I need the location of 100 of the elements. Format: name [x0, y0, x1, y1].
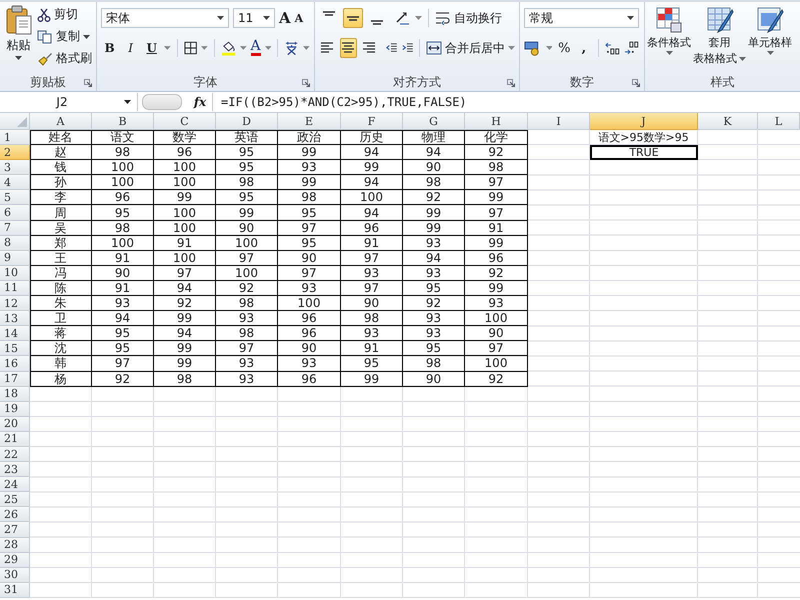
name-box[interactable]: J2	[0, 93, 138, 111]
conditional-format-icon	[655, 6, 683, 34]
table-cell: 97	[465, 205, 528, 221]
row-header[interactable]: 23	[0, 462, 30, 478]
vertical-align-button[interactable]	[343, 8, 363, 28]
table-cell: 94	[341, 175, 403, 190]
caret-icon[interactable]	[415, 16, 422, 20]
comma-button[interactable]: ,	[576, 40, 592, 56]
style-button[interactable]: 单元格样	[748, 6, 792, 74]
row-header[interactable]: 31	[0, 582, 30, 598]
font-style-button[interactable]: B	[101, 41, 118, 55]
font-style-button[interactable]: U	[143, 41, 160, 55]
caret-icon[interactable]	[303, 46, 310, 50]
row-header[interactable]: 21	[0, 432, 30, 447]
column-header[interactable]: I	[528, 113, 590, 130]
table-cell: 94	[403, 250, 465, 266]
text-orientation-icon[interactable]	[395, 10, 411, 26]
column-header[interactable]: B	[92, 113, 154, 130]
dialog-launcher-icon[interactable]	[632, 79, 640, 87]
row-header[interactable]: 22	[0, 446, 30, 462]
grow-font-button[interactable]: A	[279, 9, 291, 27]
style-button[interactable]: 套用 表格格式	[693, 6, 746, 74]
dialog-launcher-icon[interactable]	[507, 79, 515, 87]
horizontal-align-button[interactable]	[340, 38, 357, 58]
caret-icon[interactable]	[264, 46, 272, 50]
row-header[interactable]: 26	[0, 507, 30, 522]
row-header[interactable]: 11	[0, 280, 30, 296]
format-painter-button[interactable]: 格式刷	[37, 49, 92, 68]
row-header[interactable]: 27	[0, 522, 30, 538]
paste-button[interactable]: 粘贴	[4, 5, 33, 74]
row-header[interactable]: 18	[0, 386, 30, 402]
table-cell: 93	[216, 372, 278, 387]
row-header[interactable]: 10	[0, 266, 30, 281]
dialog-launcher-icon[interactable]	[84, 79, 92, 87]
table-cell: 99	[341, 160, 403, 176]
increase-decimal-icon[interactable]	[604, 41, 620, 55]
shrink-font-button[interactable]: A	[294, 12, 304, 24]
column-header[interactable]: C	[154, 113, 216, 130]
row-header[interactable]: 19	[0, 402, 30, 417]
row-header[interactable]: 14	[0, 326, 30, 342]
column-header[interactable]: E	[278, 113, 341, 130]
decrease-decimal-icon[interactable]	[624, 41, 640, 55]
dialog-launcher-icon[interactable]	[302, 79, 310, 87]
column-header[interactable]: D	[216, 113, 278, 130]
row-header[interactable]: 13	[0, 311, 30, 326]
borders-icon[interactable]	[184, 41, 198, 55]
row-header[interactable]: 24	[0, 477, 30, 492]
row-header[interactable]: 1	[0, 130, 30, 146]
percent-button[interactable]: %	[556, 40, 572, 56]
row-header[interactable]: 4	[0, 175, 30, 190]
table-cell: 96	[154, 145, 216, 160]
header-cell: 数学	[154, 130, 216, 146]
row-header[interactable]: 16	[0, 356, 30, 372]
row-header[interactable]: 20	[0, 416, 30, 432]
caret-icon[interactable]	[240, 46, 247, 50]
column-header[interactable]: L	[758, 113, 800, 130]
column-header[interactable]: J	[590, 113, 698, 130]
table-cell: 99	[341, 372, 403, 387]
insert-function-button[interactable]: fx	[188, 95, 212, 109]
font-name-dropdown[interactable]: 宋体	[101, 8, 229, 28]
column-header[interactable]: H	[465, 113, 528, 130]
column-header[interactable]: K	[698, 113, 758, 130]
column-header[interactable]: G	[403, 113, 465, 130]
style-button[interactable]: 条件格式	[647, 6, 691, 74]
caret-icon	[217, 16, 224, 20]
table-cell: 赵	[30, 145, 92, 160]
row-header[interactable]: 17	[0, 372, 30, 387]
row-header[interactable]: 15	[0, 341, 30, 356]
row-header[interactable]: 6	[0, 205, 30, 221]
row-header[interactable]: 9	[0, 250, 30, 266]
table-cell: 100	[216, 266, 278, 281]
column-header[interactable]: F	[341, 113, 403, 130]
column-header[interactable]: A	[30, 113, 92, 130]
phonetic-guide-icon[interactable]	[284, 40, 300, 56]
row-header[interactable]: 29	[0, 552, 30, 568]
fill-bucket-icon[interactable]	[220, 40, 236, 56]
caret-icon[interactable]	[201, 46, 208, 50]
table-cell: 93	[403, 311, 465, 326]
row-header[interactable]: 30	[0, 568, 30, 583]
row-header[interactable]: 7	[0, 220, 30, 236]
merge-center-button[interactable]: 合并后居中	[426, 38, 516, 58]
row-header[interactable]: 12	[0, 296, 30, 312]
row-header[interactable]: 5	[0, 190, 30, 206]
table-cell: 97	[465, 175, 528, 190]
caret-icon[interactable]	[546, 46, 552, 50]
font-style-button[interactable]: I	[122, 41, 140, 55]
row-header[interactable]: 2	[0, 145, 30, 160]
row-header[interactable]: 28	[0, 538, 30, 553]
row-header[interactable]: 3	[0, 160, 30, 176]
font-size-dropdown[interactable]: 11	[233, 8, 275, 28]
formula-input[interactable]: =IF((B2>95)*AND(C2>95),TRUE,FALSE)	[212, 93, 800, 111]
resize-handle[interactable]	[142, 94, 182, 110]
row-header[interactable]: 25	[0, 492, 30, 508]
number-format-dropdown[interactable]: 常规	[524, 8, 639, 28]
caret-icon[interactable]	[164, 46, 171, 50]
cut-button[interactable]: 剪切	[37, 5, 92, 24]
wrap-text-button[interactable]: 自动换行	[435, 8, 502, 28]
font-color-button[interactable]: A	[250, 40, 261, 56]
row-header[interactable]: 8	[0, 236, 30, 251]
copy-button[interactable]: 复制	[37, 27, 92, 46]
